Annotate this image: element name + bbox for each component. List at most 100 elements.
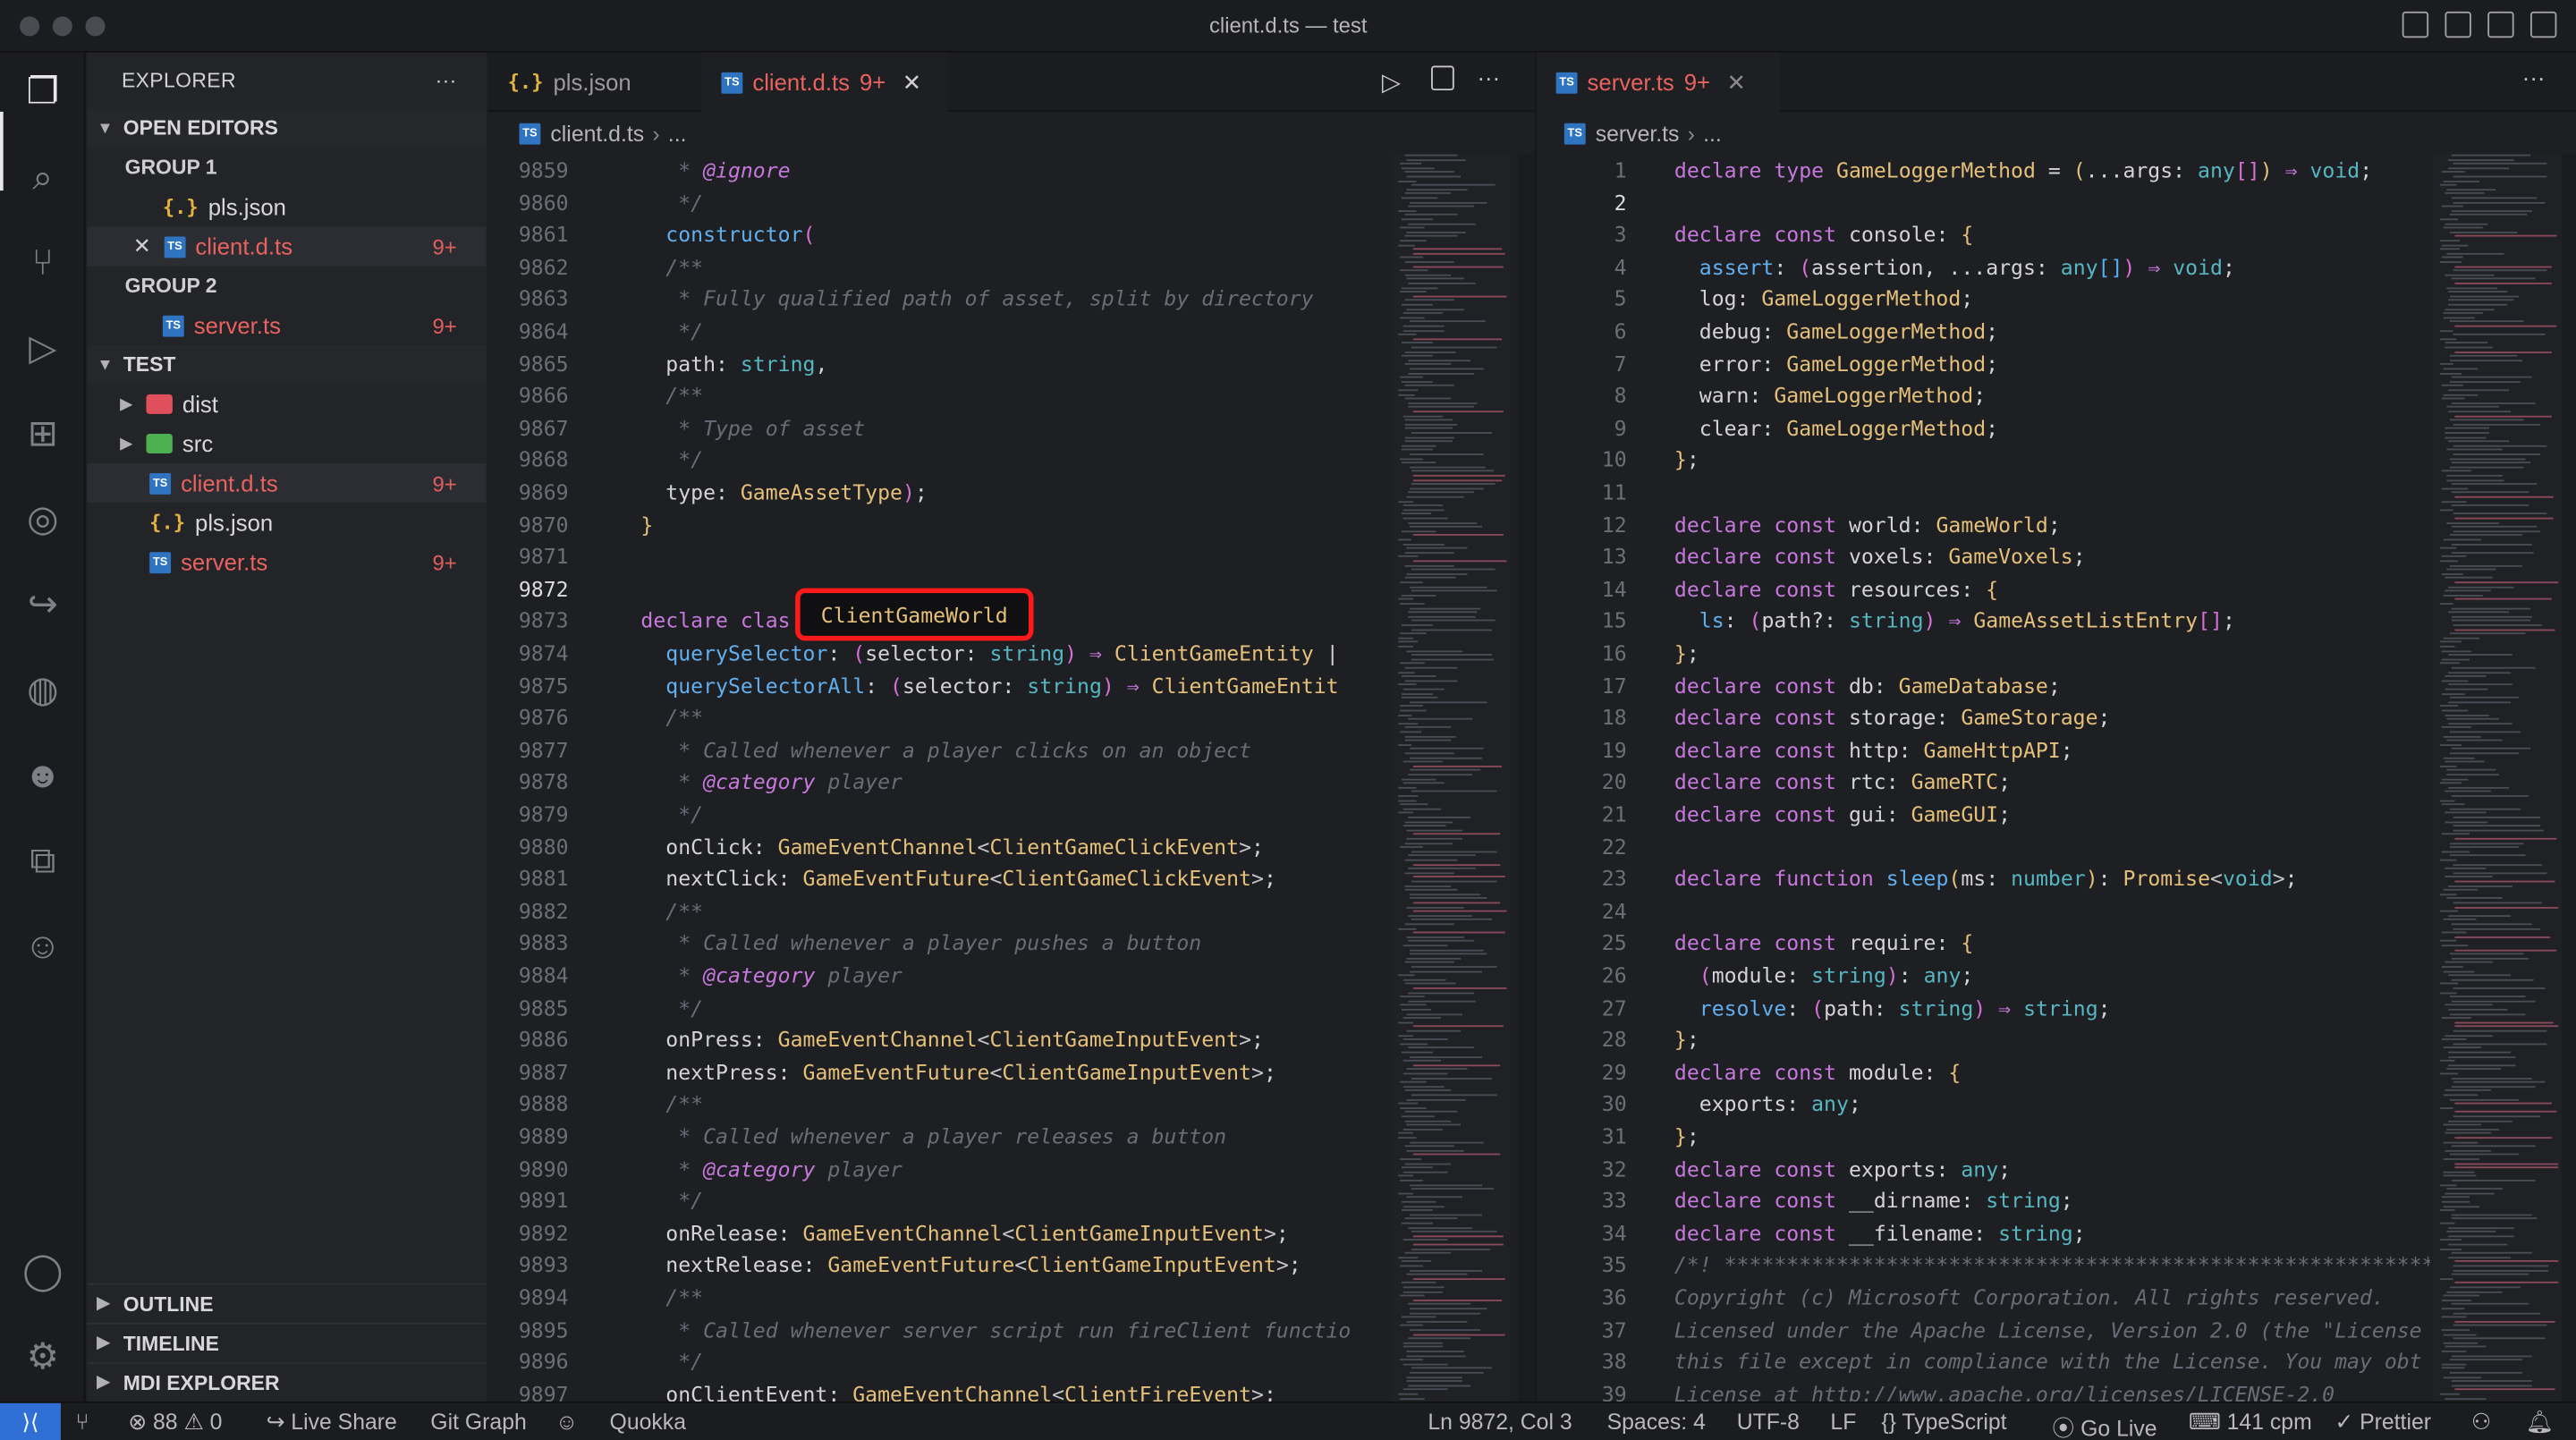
- mdi-explorer-section[interactable]: ▶ MDI EXPLORER: [87, 1361, 487, 1402]
- editor-more-icon[interactable]: ···: [2522, 64, 2546, 90]
- line-number: 9877: [518, 737, 569, 762]
- tree-file-pls-json[interactable]: {.} pls.json: [87, 503, 486, 542]
- tab-server-ts[interactable]: TS server.ts 9+ ✕: [1536, 52, 1780, 112]
- toggle-secondary-sidebar-icon[interactable]: [2487, 11, 2514, 38]
- line-number: 9885: [518, 995, 569, 1021]
- json-file-icon: {.}: [507, 70, 544, 94]
- minimap-line: [2451, 551, 2534, 554]
- run-debug-icon[interactable]: ▷: [20, 326, 65, 371]
- open-editor-server-ts[interactable]: TS server.ts 9+: [87, 306, 486, 345]
- minimap-line: [2454, 1137, 2552, 1139]
- minimap-line: [2441, 726, 2471, 729]
- group-1-label[interactable]: GROUP 1: [87, 148, 486, 187]
- timeline-section[interactable]: ▶ TIMELINE: [87, 1322, 487, 1362]
- breadcrumb-file[interactable]: server.ts: [1596, 121, 1680, 146]
- alien-extension-icon[interactable]: ☻: [20, 752, 65, 798]
- extensions-icon[interactable]: ⊞: [20, 411, 65, 456]
- live-share-icon[interactable]: ↪: [20, 581, 65, 627]
- tree-file-server-ts[interactable]: TS server.ts 9+: [87, 542, 486, 581]
- indentation[interactable]: Spaces: 4: [1607, 1410, 1706, 1435]
- open-editor-pls-json[interactable]: {.} pls.json: [87, 187, 486, 226]
- breadcrumb-file[interactable]: client.d.ts: [550, 121, 644, 146]
- run-code-icon[interactable]: ▷: [1382, 67, 1401, 97]
- copilot-icon[interactable]: ☺: [20, 923, 65, 969]
- prettier-button[interactable]: ✓ Prettier: [2334, 1410, 2431, 1436]
- minimap-line: [2453, 1337, 2546, 1340]
- breadcrumb-symbol[interactable]: ...: [1703, 121, 1722, 146]
- minimap-line: [1398, 799, 1417, 801]
- project-section[interactable]: ▼ TEST: [87, 344, 487, 385]
- git-graph-button[interactable]: Git Graph: [430, 1410, 527, 1435]
- left-scrollbar[interactable]: [1518, 154, 1533, 1402]
- remote-indicator-icon[interactable]: ⟩⟨: [0, 1402, 61, 1440]
- right-minimap[interactable]: [2433, 154, 2562, 1434]
- split-editor-icon[interactable]: [1431, 65, 1454, 91]
- tab-pls-json[interactable]: {.} pls.json: [488, 53, 699, 112]
- encoding[interactable]: UTF-8: [1737, 1410, 1800, 1435]
- line-number: 9872: [518, 576, 569, 601]
- minimap-line: [1412, 1243, 1504, 1246]
- minimap-line: [1404, 577, 1456, 580]
- breadcrumb-symbol[interactable]: ...: [668, 121, 687, 146]
- close-icon[interactable]: ✕: [133, 233, 151, 259]
- minimap-line: [2446, 1128, 2500, 1131]
- close-tab-icon[interactable]: ✕: [1726, 68, 1746, 96]
- cursor-position[interactable]: Ln 9872, Col 3: [1428, 1410, 1572, 1435]
- tab-client-d-ts[interactable]: TS client.d.ts 9+ ✕: [701, 52, 948, 112]
- live-share-button[interactable]: ↪ Live Share: [267, 1410, 397, 1436]
- outline-section[interactable]: ▶ OUTLINE: [87, 1283, 487, 1323]
- go-live-button[interactable]: ⦿ Go Live: [2052, 1410, 2157, 1440]
- quokka-button[interactable]: Quokka: [610, 1410, 686, 1435]
- problems-indicator[interactable]: ⊗ 88 ⚠ 0: [128, 1410, 222, 1436]
- close-tab-icon[interactable]: ✕: [902, 68, 922, 96]
- open-editors-section[interactable]: ▼ OPEN EDITORS: [87, 108, 487, 148]
- source-control-icon[interactable]: ⑂: [20, 240, 65, 285]
- line-number: 22: [1601, 834, 1627, 860]
- theme-palette-icon[interactable]: ◍: [20, 667, 65, 713]
- toggle-sidebar-icon[interactable]: [2402, 11, 2429, 38]
- tree-folder-dist[interactable]: ▶ dist: [87, 385, 486, 424]
- tree-folder-src[interactable]: ▶ src: [87, 424, 486, 463]
- group-2-label[interactable]: GROUP 2: [87, 267, 486, 306]
- explorer-more-button[interactable]: ···: [436, 69, 457, 92]
- open-editor-client-d-ts[interactable]: ✕ TS client.d.ts 9+: [87, 226, 487, 267]
- line-ending[interactable]: LF: [1830, 1410, 1856, 1435]
- settings-gear-icon[interactable]: ⚙: [20, 1334, 65, 1380]
- remote-explorer-icon[interactable]: ◎: [20, 496, 65, 542]
- right-scrollbar[interactable]: [2561, 154, 2576, 1402]
- toggle-panel-icon[interactable]: [2445, 11, 2471, 38]
- tree-file-client-d-ts[interactable]: TS client.d.ts 9+: [87, 463, 487, 504]
- minimap-line: [2446, 1188, 2503, 1190]
- git-graph-icon[interactable]: ⧉: [20, 838, 65, 884]
- minimap-line: [2454, 235, 2557, 238]
- minimap-line: [2454, 265, 2552, 267]
- editor-more-icon[interactable]: ···: [1477, 64, 1500, 90]
- language-mode[interactable]: {} TypeScript: [1881, 1410, 2006, 1435]
- notifications-bell-icon[interactable]: 🔔︎: [2525, 1410, 2553, 1436]
- minimap-line: [2454, 949, 2557, 951]
- accounts-icon[interactable]: ◯: [20, 1249, 65, 1294]
- code-line: * Fully qualified path of asset, split b…: [640, 286, 1314, 311]
- minimap-line: [2454, 1166, 2559, 1169]
- minimap-line: [2446, 1068, 2501, 1071]
- feedback-smiley-icon[interactable]: ☺: [555, 1410, 578, 1435]
- typing-speed[interactable]: ⌨ 141 cpm: [2189, 1410, 2312, 1436]
- code-line: declare type GameLoggerMethod = (...args…: [1674, 157, 2373, 182]
- minimap-line: [1401, 675, 1436, 678]
- customize-layout-icon[interactable]: [2529, 11, 2557, 38]
- minimap-line: [2441, 470, 2471, 472]
- minimap-line: [1402, 415, 1443, 417]
- explorer-icon[interactable]: ❐: [20, 69, 65, 114]
- minimap-line: [2439, 991, 2457, 994]
- search-icon[interactable]: ⌕: [20, 155, 65, 200]
- minimap-line: [1404, 680, 1458, 682]
- minimap-line: [1400, 1158, 1422, 1160]
- left-minimap[interactable]: [1391, 154, 1511, 1434]
- minimap-line: [1410, 949, 1484, 951]
- typescript-file-icon: TS: [162, 314, 184, 336]
- branch-icon[interactable]: ⑂: [76, 1410, 89, 1435]
- minimap-line: [1408, 491, 1474, 494]
- minimap-line: [2445, 589, 2491, 592]
- accounts-status-icon[interactable]: ⚇: [2471, 1410, 2491, 1436]
- line-number: 27: [1601, 995, 1627, 1021]
